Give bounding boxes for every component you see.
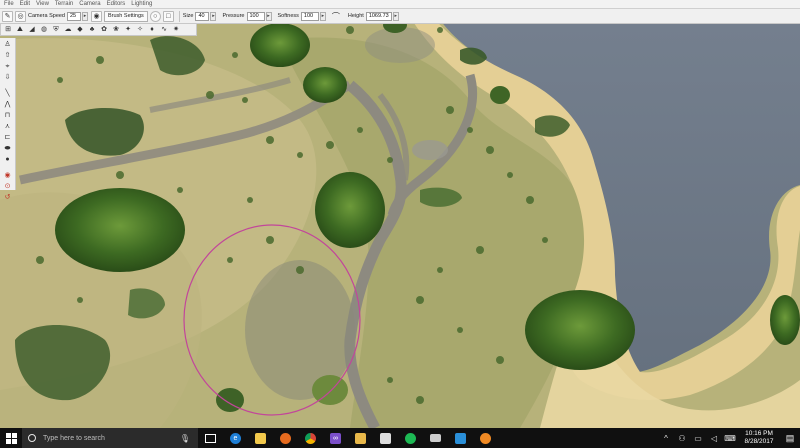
store-icon[interactable] xyxy=(373,428,398,448)
ridge-icon[interactable]: ⋏ xyxy=(2,122,13,131)
square-brush-icon[interactable]: □ xyxy=(162,10,174,22)
height-label: Height xyxy=(347,13,364,19)
clock-date: 8/28/2017 xyxy=(744,438,774,445)
toolbar-divider xyxy=(178,10,180,22)
edge-icon[interactable]: e xyxy=(223,428,248,448)
rock-icon[interactable]: ◆ xyxy=(75,25,85,34)
menu-camera[interactable]: Camera xyxy=(79,0,100,9)
smooth-icon[interactable]: ◢ xyxy=(27,25,37,34)
marker-icon[interactable]: ⊙ xyxy=(2,182,13,191)
falloff-curve-icon[interactable]: ⌒ xyxy=(332,11,340,22)
erase-icon[interactable]: ✧ xyxy=(135,25,145,34)
pressure-label: Pressure xyxy=(222,13,245,19)
spline-icon[interactable]: ∿ xyxy=(159,25,169,34)
start-button[interactable] xyxy=(0,428,22,448)
raise-terrain-icon[interactable]: ⛰ xyxy=(15,25,25,34)
shield-icon[interactable]: ⛨ xyxy=(51,25,61,34)
system-tray: ^ ⚇ ▭ ◁ ⌨ 10:16 PM 8/28/2017 ▤ xyxy=(658,428,800,448)
taskbar-search-box[interactable]: Type here to search 🎙 xyxy=(22,428,198,448)
chrome-icon[interactable] xyxy=(298,428,323,448)
paint-terrain-icon[interactable]: ◍ xyxy=(39,25,49,34)
height-stepper[interactable]: ▸ xyxy=(392,11,399,21)
target-icon[interactable]: ◎ xyxy=(15,10,26,22)
grass-icon[interactable]: ✿ xyxy=(99,25,109,34)
visual-studio-icon[interactable]: ∞ xyxy=(323,428,348,448)
taskbar-clock[interactable]: 10:16 PM 8/28/2017 xyxy=(738,430,780,446)
size-label: Size xyxy=(182,13,194,19)
slope-icon[interactable]: ╲ xyxy=(2,89,13,98)
height-field[interactable]: 1069.73 xyxy=(365,11,392,21)
clock-time: 10:16 PM xyxy=(745,430,773,437)
keyboard-icon[interactable]: ⌨ xyxy=(722,434,738,443)
file-explorer-icon[interactable] xyxy=(248,428,273,448)
flatten-icon[interactable]: ⊓ xyxy=(2,111,13,120)
up-arrow-icon[interactable]: ⇧ xyxy=(2,51,13,60)
puddle-icon[interactable]: ⬬ xyxy=(2,144,13,153)
firefox-icon[interactable] xyxy=(273,428,298,448)
terrain-scene xyxy=(0,0,800,428)
pressure-field[interactable]: 100 xyxy=(246,11,265,21)
menu-edit[interactable]: Edit xyxy=(20,0,30,9)
foliage-icon[interactable]: ❀ xyxy=(111,25,121,34)
people-icon[interactable]: ⚇ xyxy=(674,434,690,443)
menu-terrain[interactable]: Terrain xyxy=(55,0,73,9)
undo-icon[interactable]: ↺ xyxy=(2,193,13,202)
tool-palette: ⊞ ⛰ ◢ ◍ ⛨ ☁ ◆ ♣ ✿ ❀ ✦ ✧ ♦ ∿ ✷ xyxy=(0,24,197,36)
circle-brush-icon[interactable]: ○ xyxy=(149,10,161,22)
spotify-icon[interactable] xyxy=(398,428,423,448)
brush-settings-button[interactable]: Brush Settings xyxy=(104,10,148,22)
scale-icon[interactable]: ⌖ xyxy=(2,62,13,71)
menu-file[interactable]: File xyxy=(4,0,14,9)
sun-icon[interactable]: ✷ xyxy=(171,25,181,34)
folder-icon[interactable] xyxy=(348,428,373,448)
softness-label: Softness xyxy=(277,13,299,19)
pin-icon[interactable]: ◉ xyxy=(2,171,13,180)
search-placeholder: Type here to search xyxy=(43,434,105,442)
figure-icon[interactable]: ♙ xyxy=(2,40,13,49)
hole-icon[interactable]: ● xyxy=(2,155,13,164)
terrace-icon[interactable]: ⊏ xyxy=(2,133,13,142)
camera-speed-field[interactable]: 25 xyxy=(67,11,81,21)
mountain-icon[interactable]: ⋀ xyxy=(2,100,13,109)
microphone-icon[interactable]: 🎙 xyxy=(180,434,190,443)
eye-icon[interactable]: ◉ xyxy=(91,10,102,22)
volume-icon[interactable]: ◁ xyxy=(706,434,722,443)
menu-lighting[interactable]: Lighting xyxy=(131,0,152,9)
down-arrow-icon[interactable]: ⇩ xyxy=(2,73,13,82)
chevron-up-icon[interactable]: ^ xyxy=(658,434,674,443)
menu-bar: File Edit View Terrain Camera Editors Li… xyxy=(0,0,800,9)
road-icon[interactable]: ✦ xyxy=(123,25,133,34)
terrain-viewport[interactable] xyxy=(0,0,800,428)
unity-icon[interactable] xyxy=(448,428,473,448)
task-view-icon[interactable] xyxy=(198,428,223,448)
pressure-stepper[interactable]: ▸ xyxy=(265,11,272,21)
terrain-select-icon[interactable]: ⊞ xyxy=(3,25,13,34)
cortana-icon xyxy=(28,434,36,442)
left-toolbar: ♙ ⇧ ⌖ ⇩ ╲ ⋀ ⊓ ⋏ ⊏ ⬬ ● ◉ ⊙ ↺ xyxy=(0,38,16,201)
paint-icon[interactable] xyxy=(473,428,498,448)
mail-icon[interactable] xyxy=(423,428,448,448)
water-icon[interactable]: ☁ xyxy=(63,25,73,34)
network-icon[interactable]: ▭ xyxy=(690,434,706,443)
pencil-icon[interactable]: ✎ xyxy=(2,10,13,22)
softness-field[interactable]: 100 xyxy=(300,11,319,21)
main-toolbar: ✎ ◎ Camera Speed 25 ▸ ◉ Brush Settings ○… xyxy=(0,9,800,24)
camera-speed-label: Camera Speed xyxy=(28,13,65,19)
menu-editors[interactable]: Editors xyxy=(107,0,126,9)
windows-logo-icon xyxy=(5,432,17,444)
size-field[interactable]: 40 xyxy=(195,11,210,21)
notification-center-icon[interactable]: ▤ xyxy=(780,433,800,444)
size-stepper[interactable]: ▸ xyxy=(210,11,217,21)
camera-speed-stepper[interactable]: ▸ xyxy=(82,11,88,21)
windows-taskbar: Type here to search 🎙 e ∞ ^ ⚇ ▭ ◁ ⌨ 10:1… xyxy=(0,428,800,448)
tree-icon[interactable]: ♣ xyxy=(87,25,97,34)
softness-stepper[interactable]: ▸ xyxy=(319,11,326,21)
prefab-icon[interactable]: ♦ xyxy=(147,25,157,34)
menu-view[interactable]: View xyxy=(36,0,49,9)
